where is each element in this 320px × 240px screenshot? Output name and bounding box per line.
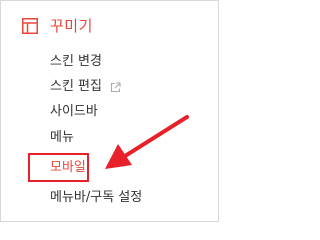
highlight-box bbox=[28, 153, 89, 182]
menu-item-label: 스킨 변경 bbox=[50, 54, 102, 69]
menu-item-menubar-subscribe[interactable]: 메뉴바/구독 설정 bbox=[50, 188, 142, 208]
menu-item-label: 메뉴 bbox=[50, 130, 74, 145]
menu-item-skin-change[interactable]: 스킨 변경 bbox=[50, 52, 102, 72]
settings-panel: 꾸미기 스킨 변경 스킨 편집 사이드바 메뉴 모바일 메뉴바/구독 설정 bbox=[0, 0, 219, 222]
menu-item-label: 스킨 편집 bbox=[50, 79, 102, 94]
section-header-customize[interactable]: 꾸미기 bbox=[1, 14, 218, 40]
layout-icon bbox=[22, 18, 38, 34]
menu-item-sidebar[interactable]: 사이드바 bbox=[50, 102, 98, 122]
external-link-icon bbox=[110, 80, 121, 93]
menu-item-label: 메뉴바/구독 설정 bbox=[50, 190, 143, 205]
section-title: 꾸미기 bbox=[50, 17, 93, 35]
menu-item-skin-edit[interactable]: 스킨 편집 bbox=[50, 77, 121, 97]
menu-item-label: 사이드바 bbox=[50, 104, 98, 119]
menu-item-menu[interactable]: 메뉴 bbox=[50, 128, 74, 148]
